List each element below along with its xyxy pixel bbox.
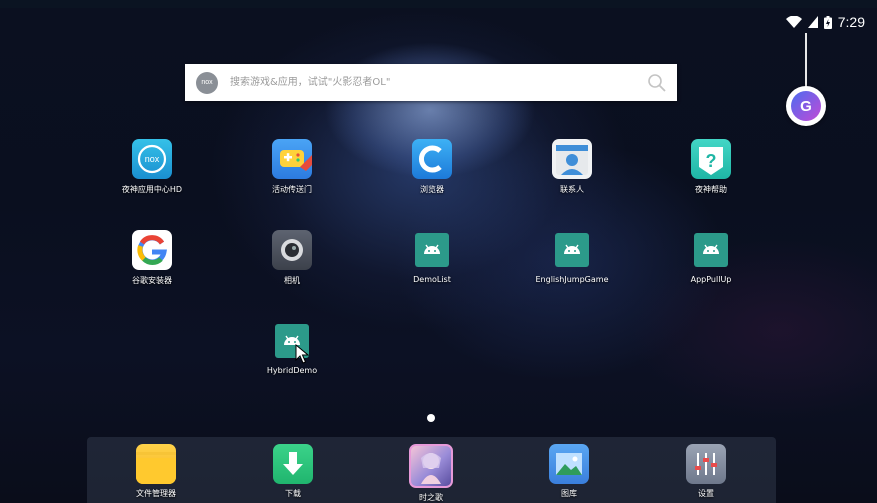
app-label: 图库 (561, 489, 577, 498)
app-label: 浏览器 (420, 185, 444, 194)
app-label: 相机 (284, 276, 300, 285)
dock-file-manager[interactable]: 文件管理器 (101, 444, 211, 499)
app-hybriddemo[interactable]: HybridDemo (237, 321, 347, 375)
app-englishjumpgame[interactable]: EnglishJumpGame (517, 230, 627, 284)
app-contacts[interactable]: 联系人 (517, 139, 627, 195)
app-label: EnglishJumpGame (535, 275, 609, 284)
app-label: 谷歌安装器 (132, 276, 172, 285)
search-bar[interactable]: nox (185, 63, 677, 102)
nox-logo-icon: nox (196, 71, 218, 94)
app-browser[interactable]: 浏览器 (377, 139, 487, 195)
download-icon (273, 444, 313, 484)
search-input[interactable] (228, 63, 647, 102)
app-label: 设置 (698, 489, 714, 498)
app-label: 夜神帮助 (695, 185, 727, 194)
folder-icon (136, 444, 176, 484)
app-nox-help[interactable]: ? 夜神帮助 (656, 139, 766, 195)
gamepad-icon (272, 139, 312, 179)
app-label: 文件管理器 (136, 489, 176, 498)
g-logo-icon: G (791, 91, 821, 121)
battery-icon (823, 15, 832, 29)
page-indicator-dot[interactable] (427, 414, 435, 422)
app-label: DemoList (413, 275, 451, 284)
signal-icon (807, 16, 818, 28)
dock-settings[interactable]: 设置 (651, 444, 761, 499)
dock: 文件管理器 下载 时之歌 图库 设置 (87, 437, 776, 503)
floating-button-tether (805, 33, 807, 89)
help-icon: ? (691, 139, 731, 179)
status-bar: 7:29 (785, 12, 865, 32)
dock-gallery[interactable]: 图库 (514, 444, 624, 499)
app-demolist[interactable]: DemoList (377, 230, 487, 284)
gallery-icon (549, 444, 589, 484)
svg-text:nox: nox (145, 154, 160, 164)
app-label: 夜神应用中心HD (121, 185, 183, 194)
app-nox-appcenter[interactable]: nox 夜神应用中心HD (97, 139, 207, 195)
app-label: AppPullUp (690, 275, 732, 284)
game-icon (409, 444, 453, 488)
top-strip (0, 0, 877, 8)
app-label: 下载 (285, 489, 301, 498)
app-event-portal[interactable]: 活动传送门 (237, 139, 347, 195)
dock-download[interactable]: 下载 (238, 444, 348, 499)
android-icon (555, 233, 589, 267)
nox-appcenter-icon: nox (132, 139, 172, 179)
app-label: 时之歌 (419, 493, 443, 502)
app-label: HybridDemo (266, 366, 318, 375)
browser-icon (412, 139, 452, 179)
settings-icon (686, 444, 726, 484)
app-google-installer[interactable]: 谷歌安装器 (97, 230, 207, 286)
app-label: 活动传送门 (272, 185, 312, 194)
contacts-icon (552, 139, 592, 179)
mouse-cursor-icon (295, 344, 309, 364)
dock-game[interactable]: 时之歌 (376, 444, 486, 503)
clock: 7:29 (837, 14, 865, 30)
app-label: 联系人 (560, 185, 584, 194)
svg-text:?: ? (706, 151, 717, 171)
app-camera[interactable]: 相机 (237, 230, 347, 286)
android-icon (415, 233, 449, 267)
search-icon[interactable] (647, 73, 667, 93)
android-icon (694, 233, 728, 267)
app-apppullup[interactable]: AppPullUp (656, 230, 766, 284)
floating-g-button[interactable]: G (786, 86, 826, 126)
google-installer-icon (132, 230, 172, 270)
wifi-icon (785, 16, 802, 28)
camera-icon (272, 230, 312, 270)
